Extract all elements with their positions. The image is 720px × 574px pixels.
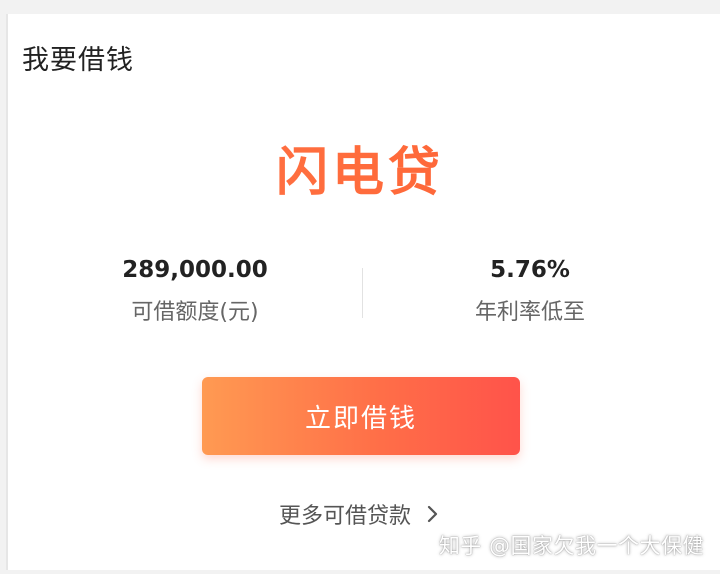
watermark: 知乎 @国家欠我一个大保健 (438, 534, 704, 558)
chevron-right-icon (425, 504, 441, 524)
borrow-now-label: 立即借钱 (304, 403, 417, 434)
more-loans-label: 更多可借贷款 (278, 504, 411, 529)
limit-label: 可借额度(元) (131, 300, 259, 325)
limit-stat: 289,000.00 可借额度(元) (55, 252, 335, 328)
stats-row: 289,000.00 可借额度(元) 5.76% 年利率低至 (0, 252, 720, 332)
rate-label: 年利率低至 (474, 300, 585, 325)
app-frame: 我要借钱 闪电贷 289,000.00 可借额度(元) 5.76% 年利率低至 … (0, 0, 720, 574)
card-title: 我要借钱 (22, 45, 134, 76)
rate-value: 5.76% (490, 257, 570, 283)
stats-divider (362, 268, 363, 318)
limit-value: 289,000.00 (122, 257, 268, 283)
brand-title: 闪电贷 (0, 130, 720, 205)
more-loans-link[interactable]: 更多可借贷款 (0, 498, 720, 530)
rate-stat: 5.76% 年利率低至 (390, 252, 670, 328)
borrow-now-button[interactable]: 立即借钱 (202, 377, 520, 455)
